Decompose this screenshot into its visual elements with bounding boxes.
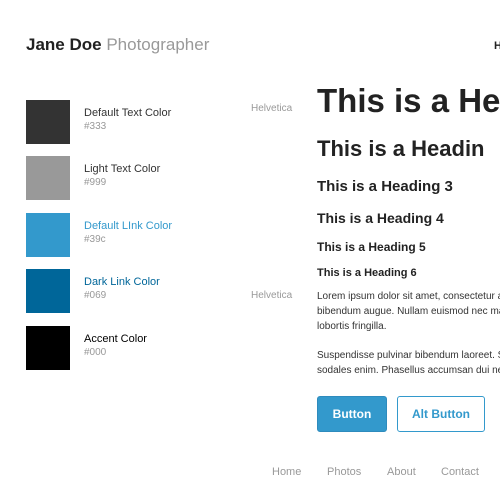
color-name: Default Text Color (84, 107, 172, 119)
paragraph-line: lobortis fringilla. (317, 321, 387, 332)
color-swatch (26, 213, 70, 257)
color-name: Light Text Color (84, 163, 161, 175)
color-swatch-row: Dark Link Color #069 (26, 269, 226, 313)
brand-name: Jane Doe (26, 35, 102, 54)
paragraph-line: bibendum augue. Nullam euismod nec ma (317, 306, 500, 317)
color-swatch-row: Default Text Color #333 (26, 100, 226, 144)
body-paragraph: Lorem ipsum dolor sit amet, consectetur … (317, 289, 500, 334)
nav-link-about[interactable]: About (387, 466, 416, 478)
heading-5: This is a Heading 5 (317, 240, 426, 254)
color-code: #39c (84, 234, 106, 245)
brand-role: Photographer (106, 35, 210, 54)
nav-link-contact[interactable]: Contact (441, 466, 479, 478)
paragraph-line: Lorem ipsum dolor sit amet, consectetur … (317, 291, 500, 302)
color-code: #333 (84, 121, 107, 132)
color-name: Default LInk Color (84, 220, 173, 232)
heading-1: This is a He (317, 82, 500, 119)
body-paragraph: Suspendisse pulvinar bibendum laoreet. S… (317, 348, 500, 378)
color-name: Accent Color (84, 333, 147, 345)
color-name: Dark Link Color (84, 276, 160, 288)
alt-button[interactable]: Alt Button (397, 396, 485, 432)
color-swatch-row: Accent Color #000 (26, 326, 226, 370)
top-nav-item[interactable]: H (494, 40, 500, 52)
paragraph-line: sodales enim. Phasellus accumsan dui ne (317, 365, 500, 376)
color-swatch (26, 156, 70, 200)
primary-button[interactable]: Button (317, 396, 387, 432)
paragraph-line: Suspendisse pulvinar bibendum laoreet. S (317, 350, 500, 361)
site-brand[interactable]: Jane Doe Photographer (26, 35, 209, 55)
heading-font-label: Helvetica (251, 103, 293, 114)
color-swatch (26, 269, 70, 313)
color-code: #069 (84, 290, 107, 301)
color-code: #999 (84, 177, 107, 188)
nav-link-home[interactable]: Home (272, 466, 301, 478)
color-swatch (26, 326, 70, 370)
color-code: #000 (84, 347, 107, 358)
color-swatch (26, 100, 70, 144)
heading-4: This is a Heading 4 (317, 210, 444, 226)
color-swatch-row: Default LInk Color #39c (26, 213, 226, 257)
heading-6: This is a Heading 6 (317, 267, 417, 279)
color-swatch-row: Light Text Color #999 (26, 156, 226, 200)
heading-3: This is a Heading 3 (317, 178, 453, 195)
body-font-label: Helvetica (251, 290, 293, 301)
nav-link-photos[interactable]: Photos (327, 466, 361, 478)
heading-2: This is a Headin (317, 136, 485, 161)
